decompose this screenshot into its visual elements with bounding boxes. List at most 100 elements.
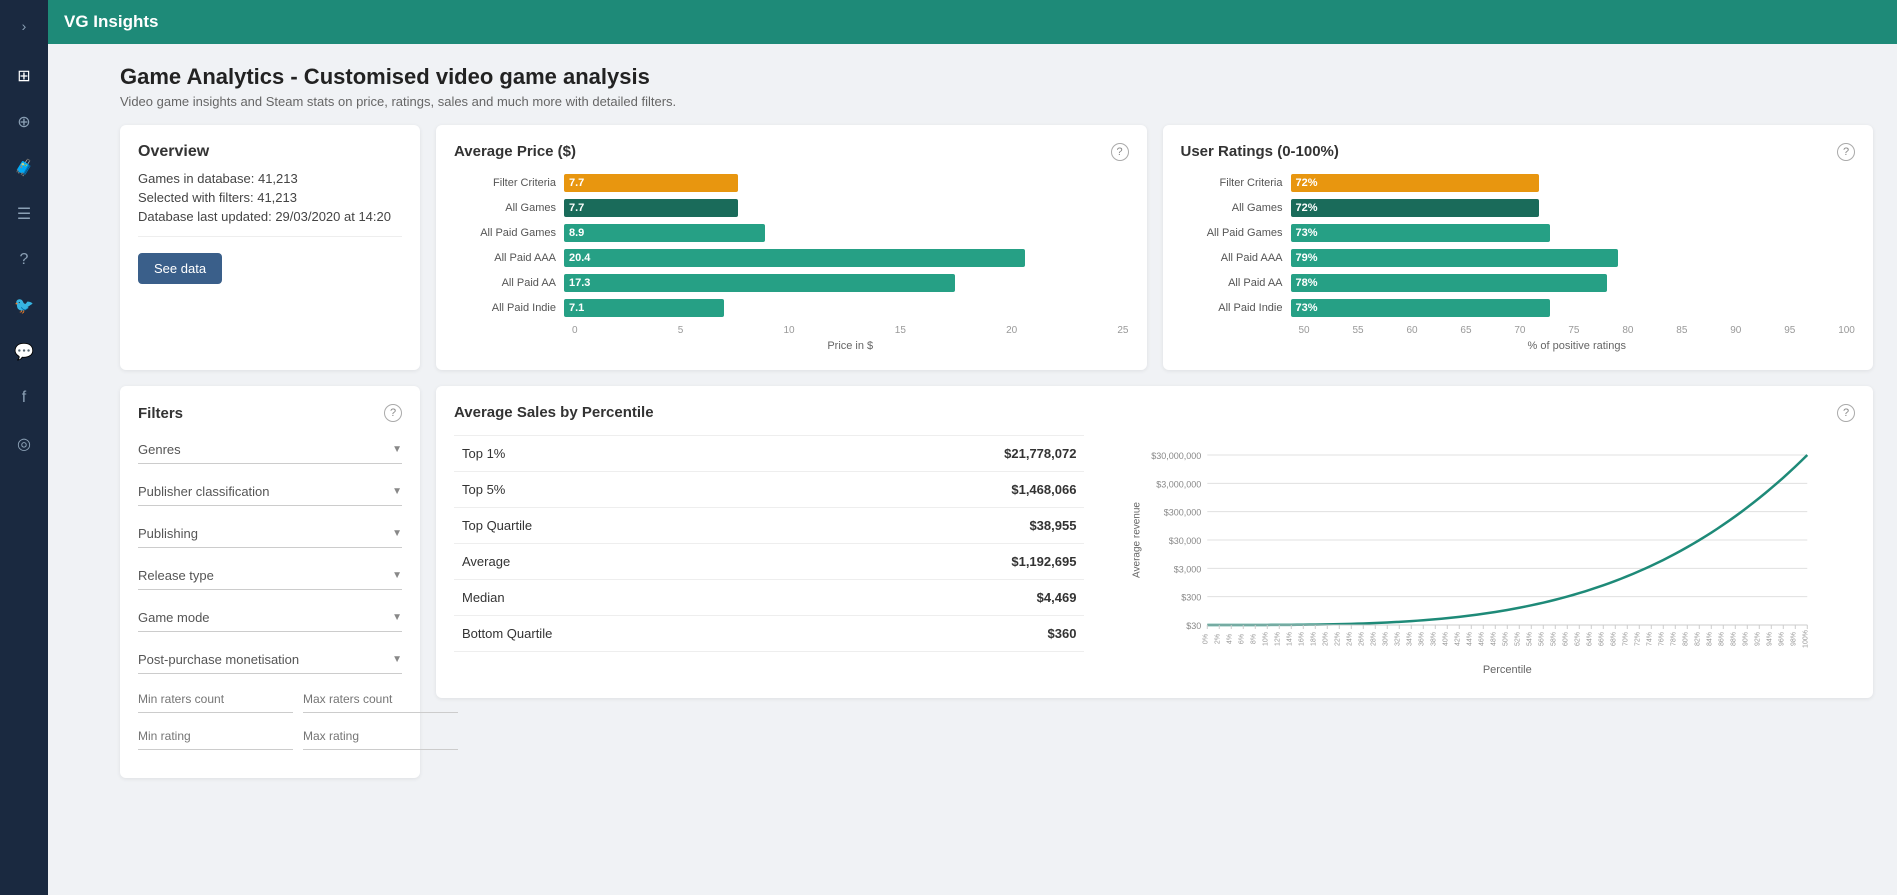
svg-text:90%: 90% — [1743, 632, 1750, 646]
svg-text:26%: 26% — [1359, 632, 1366, 646]
sales-row: Top Quartile$38,955 — [454, 508, 1084, 544]
svg-text:64%: 64% — [1587, 632, 1594, 646]
bar: 7.7 — [564, 174, 738, 192]
max-rating-input[interactable] — [303, 723, 458, 750]
svg-text:80%: 80% — [1683, 632, 1690, 646]
release-type-filter[interactable]: Release type ▼ — [138, 560, 402, 590]
max-raters-input[interactable] — [303, 686, 458, 713]
post-purchase-filter[interactable]: Post-purchase monetisation ▼ — [138, 644, 402, 674]
bar-label: All Paid Indie — [454, 302, 564, 314]
svg-text:42%: 42% — [1455, 632, 1462, 646]
plus-square-icon[interactable]: ⊕ — [10, 108, 38, 136]
svg-text:84%: 84% — [1707, 632, 1714, 646]
game-mode-filter[interactable]: Game mode ▼ — [138, 602, 402, 632]
avg-sales-help-icon[interactable]: ? — [1837, 404, 1855, 422]
bar-row: All Paid Indie73% — [1181, 299, 1856, 317]
bar-label: All Games — [1181, 202, 1291, 214]
bar-row: All Games72% — [1181, 199, 1856, 217]
min-raters-input[interactable] — [138, 686, 293, 713]
svg-text:$300: $300 — [1182, 593, 1202, 603]
svg-text:22%: 22% — [1335, 632, 1342, 646]
bar-row: All Paid Games73% — [1181, 224, 1856, 242]
bar-label: All Paid AA — [1181, 277, 1291, 289]
bar: 7.1 — [564, 299, 724, 317]
bar: 72% — [1291, 174, 1539, 192]
twitter-icon[interactable]: 🐦 — [10, 292, 38, 320]
avg-price-help-icon[interactable]: ? — [1111, 143, 1129, 161]
user-ratings-help-icon[interactable]: ? — [1837, 143, 1855, 161]
svg-text:12%: 12% — [1275, 632, 1282, 646]
svg-text:66%: 66% — [1599, 632, 1606, 646]
discord-icon[interactable]: 💬 — [10, 338, 38, 366]
svg-text:60%: 60% — [1563, 632, 1570, 646]
rss-icon[interactable]: ◎ — [10, 430, 38, 458]
filters-title: Filters — [138, 405, 183, 422]
svg-text:2%: 2% — [1215, 634, 1222, 644]
svg-text:62%: 62% — [1575, 632, 1582, 646]
page-title: Game Analytics - Customised video game a… — [120, 64, 1873, 90]
svg-text:6%: 6% — [1239, 634, 1246, 644]
svg-text:92%: 92% — [1755, 632, 1762, 646]
publishing-arrow-icon: ▼ — [392, 528, 402, 539]
question-icon[interactable]: ? — [10, 246, 38, 274]
avg-price-title: Average Price ($) — [454, 143, 576, 160]
svg-text:44%: 44% — [1467, 632, 1474, 646]
bar-label: All Paid AAA — [454, 252, 564, 264]
publishing-filter[interactable]: Publishing ▼ — [138, 518, 402, 548]
bar: 20.4 — [564, 249, 1025, 267]
expand-icon[interactable]: › — [10, 12, 38, 40]
bar-label: All Paid Games — [454, 227, 564, 239]
publisher-arrow-icon: ▼ — [392, 486, 402, 497]
svg-text:14%: 14% — [1287, 632, 1294, 646]
grid-icon[interactable]: ⊞ — [10, 62, 38, 90]
overview-panel: Overview Games in database: 41,213 Selec… — [120, 125, 420, 370]
svg-text:46%: 46% — [1479, 632, 1486, 646]
svg-text:68%: 68% — [1611, 632, 1618, 646]
user-ratings-panel: User Ratings (0-100%) ? Filter Criteria7… — [1163, 125, 1874, 370]
sales-row: Median$4,469 — [454, 580, 1084, 616]
page-subtitle: Video game insights and Steam stats on p… — [120, 94, 1873, 109]
svg-text:Percentile: Percentile — [1483, 664, 1532, 675]
svg-text:72%: 72% — [1635, 632, 1642, 646]
bar-row: Filter Criteria72% — [1181, 174, 1856, 192]
stat-updated: Database last updated: 29/03/2020 at 14:… — [138, 209, 402, 224]
user-ratings-chart: Filter Criteria72% All Games72% All Paid G… — [1181, 174, 1856, 317]
svg-text:24%: 24% — [1347, 632, 1354, 646]
min-rating-input[interactable] — [138, 723, 293, 750]
bar-label: All Paid Games — [1181, 227, 1291, 239]
svg-text:52%: 52% — [1515, 632, 1522, 646]
svg-text:$30,000: $30,000 — [1169, 536, 1202, 546]
sales-row: Top 1%$21,778,072 — [454, 435, 1084, 472]
svg-text:10%: 10% — [1263, 632, 1270, 646]
svg-text:36%: 36% — [1419, 632, 1426, 646]
svg-text:82%: 82% — [1695, 632, 1702, 646]
list-icon[interactable]: ☰ — [10, 200, 38, 228]
svg-text:58%: 58% — [1551, 632, 1558, 646]
user-ratings-x-label: % of positive ratings — [1181, 340, 1856, 352]
app-title: VG Insights — [64, 12, 158, 32]
publisher-classification-filter[interactable]: Publisher classification ▼ — [138, 476, 402, 506]
svg-text:50%: 50% — [1503, 632, 1510, 646]
bar-row: Filter Criteria7.7 — [454, 174, 1129, 192]
svg-text:$30,000,000: $30,000,000 — [1152, 451, 1202, 461]
svg-text:86%: 86% — [1719, 632, 1726, 646]
svg-text:100%: 100% — [1803, 630, 1810, 648]
svg-text:78%: 78% — [1671, 632, 1678, 646]
bar: 8.9 — [564, 224, 765, 242]
avg-sales-panel: Average Sales by Percentile ? Top 1%$21,… — [436, 386, 1873, 698]
svg-text:32%: 32% — [1395, 632, 1402, 646]
see-data-button[interactable]: See data — [138, 253, 222, 284]
filters-help-icon[interactable]: ? — [384, 404, 402, 422]
sales-row: Average$1,192,695 — [454, 544, 1084, 580]
svg-text:48%: 48% — [1491, 632, 1498, 646]
genres-filter[interactable]: Genres ▼ — [138, 434, 402, 464]
svg-text:28%: 28% — [1371, 632, 1378, 646]
bar-row: All Paid AA78% — [1181, 274, 1856, 292]
avg-price-chart: Filter Criteria7.7 All Games7.7 All Paid G… — [454, 174, 1129, 317]
avg-price-panel: Average Price ($) ? Filter Criteria7.7 Al… — [436, 125, 1147, 370]
sidebar: › ⊞ ⊕ 🧳 ☰ ? 🐦 💬 f ◎ — [0, 0, 48, 895]
briefcase-icon[interactable]: 🧳 — [10, 154, 38, 182]
bar: 17.3 — [564, 274, 955, 292]
bar-row: All Games7.7 — [454, 199, 1129, 217]
facebook-icon[interactable]: f — [10, 384, 38, 412]
